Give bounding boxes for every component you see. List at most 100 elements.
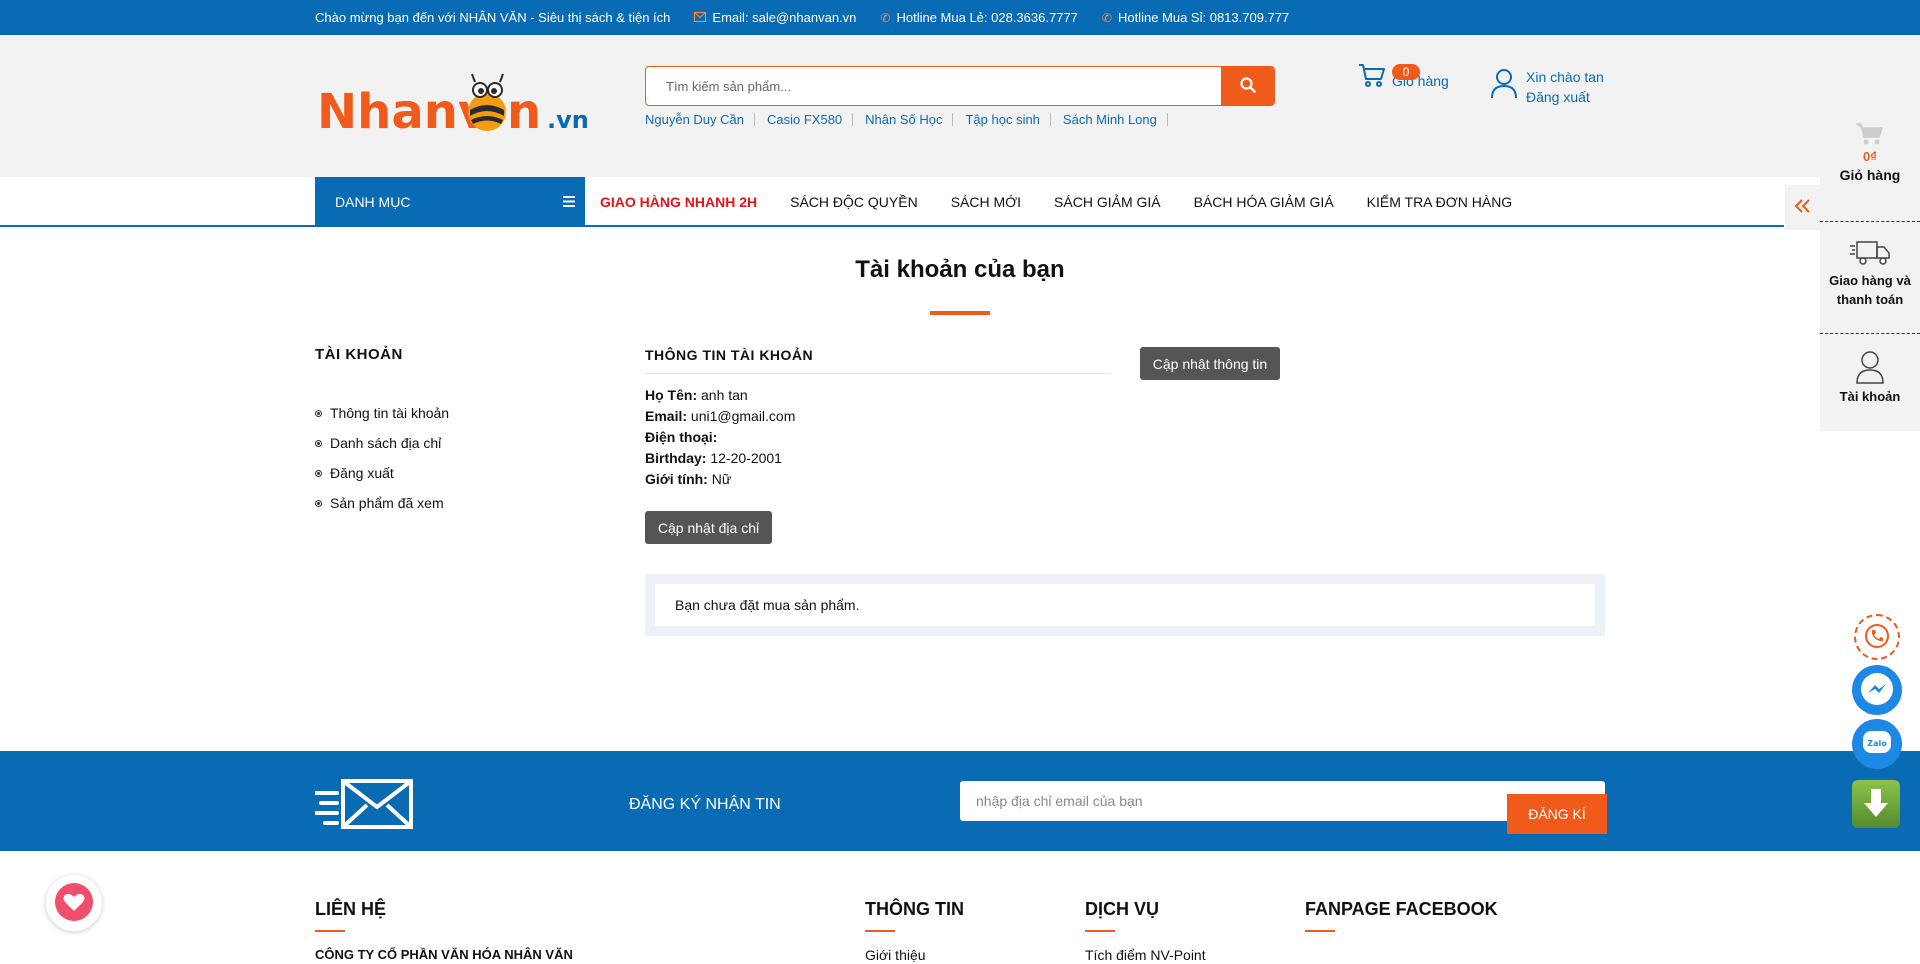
sidebar-item-viewed-products[interactable]: Sản phẩm đã xem — [315, 488, 449, 518]
title-underline — [930, 311, 990, 315]
header — [0, 35, 1920, 177]
hotline-retail[interactable]: ✆ Hotline Mua Lẻ: 028.3636.7777 — [880, 10, 1077, 25]
download-app-button[interactable] — [1852, 780, 1900, 828]
orders-empty-message: Bạn chưa đặt mua sản phẩm. — [655, 584, 1595, 626]
newsletter-submit-button[interactable]: ĐĂNG KÍ — [1507, 794, 1607, 834]
logout-link[interactable]: Đăng xuất — [1526, 87, 1604, 107]
bullet-icon — [315, 439, 322, 447]
gender-row: Giới tính: Nữ — [645, 469, 795, 490]
sidebar-item-addresses[interactable]: Danh sách địa chỉ — [315, 428, 449, 458]
footer-col-contact: LIÊN HỆ — [315, 899, 386, 932]
footer-link-nv-point[interactable]: Tích điểm NV-Point — [1085, 947, 1206, 963]
hotline-wholesale-text: Hotline Mua Sỉ: 0813.709.777 — [1117, 10, 1290, 25]
name-row: Họ Tên: anh tan — [645, 385, 795, 406]
birthday-label: Birthday: — [645, 450, 707, 466]
top-bar: Chào mừng bạn đến với NHÂN VĂN - Siêu th… — [0, 0, 1920, 35]
rightbar-shipping[interactable]: Giao hàng và thanh toán — [1820, 238, 1920, 309]
sidebar-item-label: Sản phẩm đã xem — [330, 495, 444, 511]
rightbar-account-label: Tài khoản — [1839, 389, 1901, 404]
nav-exclusive-books[interactable]: SÁCH ĐỘC QUYỀN — [790, 194, 918, 210]
nav-order-tracking[interactable]: KIỂM TRA ĐƠN HÀNG — [1367, 194, 1513, 210]
footer-link-about[interactable]: Giới thiệu — [865, 947, 926, 963]
update-info-button[interactable]: Cập nhật thông tin — [1140, 347, 1280, 380]
newsletter-section: ĐĂNG KÝ NHẬN TIN — [0, 751, 1920, 851]
email-text: Email: sale@nhanvan.vn — [712, 10, 857, 25]
keyword-link[interactable]: Nhân Số Học — [865, 113, 954, 126]
svg-text:.vn: .vn — [547, 106, 589, 134]
popular-keywords: Nguyễn Duy Cần Casio FX580 Nhân Số Học T… — [645, 113, 1180, 126]
zalo-button[interactable]: Zalo — [1852, 719, 1902, 769]
sidebar-item-label: Thông tin tài khoản — [330, 405, 450, 421]
cart-icon — [1358, 62, 1386, 91]
svg-text:Nhanv: Nhanv — [317, 84, 489, 140]
footer-col-info: THÔNG TIN — [865, 899, 964, 932]
user-icon — [1490, 67, 1518, 107]
update-address-button[interactable]: Cập nhật địa chỉ — [645, 511, 772, 544]
search-button[interactable] — [1221, 67, 1274, 105]
welcome-text: Chào mừng bạn đến với NHÂN VĂN - Siêu th… — [315, 10, 671, 25]
right-fixed-bar: 0₫ Giỏ hàng Giao hàng và thanh toán Tài … — [1820, 110, 1920, 431]
greeting-link[interactable]: Xin chào tan — [1526, 67, 1604, 87]
footer-underline — [1305, 930, 1335, 932]
keyword-link[interactable]: Tập học sinh — [965, 113, 1051, 126]
keyword-link[interactable]: Casio FX580 — [767, 113, 854, 126]
search-icon — [1239, 76, 1256, 96]
nav-discount-books[interactable]: SÁCH GIẢM GIÁ — [1054, 194, 1161, 210]
email-contact[interactable]: Email: sale@nhanvan.vn — [694, 10, 856, 25]
keyword-link[interactable]: Sách Minh Long — [1063, 113, 1168, 126]
email-value: uni1@gmail.com — [690, 408, 796, 424]
newsletter-title: ĐĂNG KÝ NHẬN TIN — [629, 796, 781, 813]
rightbar-cart-label: Giỏ hàng — [1839, 167, 1901, 183]
page-title: Tài khoản của bạn — [855, 256, 1065, 283]
nav-fast-delivery[interactable]: GIAO HÀNG NHANH 2H — [600, 194, 757, 210]
footer-heading: LIÊN HỆ — [315, 899, 387, 919]
nav-new-books[interactable]: SÁCH MỚI — [951, 194, 1021, 210]
sidebar-heading: TÀI KHOẢN — [315, 346, 403, 363]
menu-icon — [563, 194, 575, 210]
birthday-value: 12-20-2001 — [710, 450, 782, 466]
bullet-icon — [315, 409, 322, 417]
main-nav: DANH MỤC GIAO HÀNG NHANH 2H SÁCH ĐỘC QUY… — [0, 177, 1784, 227]
double-chevron-left-icon — [1794, 196, 1811, 219]
sidebar-item-label: Danh sách địa chỉ — [330, 435, 442, 451]
orders-panel: Bạn chưa đặt mua sản phẩm. — [645, 574, 1605, 636]
nav-discount-grocery[interactable]: BÁCH HÓA GIẢM GIÁ — [1194, 194, 1334, 210]
footer-company-name: CÔNG TY CỔ PHẦN VĂN HÓA NHÂN VĂN — [315, 947, 573, 962]
sidebar-item-logout[interactable]: Đăng xuất — [315, 458, 449, 488]
category-menu-button[interactable]: DANH MỤC — [315, 177, 585, 226]
sidebar-item-account-info[interactable]: Thông tin tài khoản — [315, 398, 449, 428]
rightbar-divider — [1820, 221, 1920, 222]
footer-underline — [1085, 930, 1115, 932]
bullet-icon — [315, 469, 322, 477]
wishlist-float-button[interactable] — [46, 875, 102, 931]
hotline-retail-text: Hotline Mua Lẻ: 028.3636.7777 — [896, 10, 1078, 25]
footer-underline — [315, 930, 345, 932]
category-label: DANH MỤC — [335, 193, 411, 210]
svg-text:Zalo: Zalo — [1867, 739, 1887, 748]
rightbar-shipping-label: Giao hàng và thanh toán — [1829, 273, 1911, 307]
zalo-icon: Zalo — [1860, 726, 1894, 763]
account-info-heading: THÔNG TIN TÀI KHOẢN — [645, 347, 1110, 374]
search-input[interactable] — [646, 67, 1221, 105]
footer-col-services: DỊCH VỤ — [1085, 899, 1159, 932]
sidebar-item-label: Đăng xuất — [330, 465, 394, 481]
rightbar-account[interactable]: Tài khoản — [1820, 350, 1920, 407]
birthday-row: Birthday: 12-20-2001 — [645, 448, 795, 469]
site-logo[interactable]: Nhanv n .vn — [315, 70, 615, 140]
account-sidebar: Thông tin tài khoản Danh sách địa chỉ Đă… — [315, 398, 449, 518]
email-label: Email: — [645, 408, 688, 424]
header-account: Xin chào tan Đăng xuất — [1490, 67, 1604, 107]
hotline-wholesale[interactable]: ✆ Hotline Mua Sỉ: 0813.709.777 — [1102, 10, 1289, 25]
keyword-link[interactable]: Nguyễn Duy Cần — [645, 113, 755, 126]
phone-row: Điện thoại: — [645, 427, 795, 448]
messenger-button[interactable] — [1852, 665, 1902, 715]
user-icon — [1855, 351, 1885, 387]
name-label: Họ Tên: — [645, 387, 698, 403]
footer-heading: DỊCH VỤ — [1085, 899, 1160, 919]
account-info-details: Họ Tên: anh tan Email: uni1@gmail.com Đi… — [645, 385, 795, 490]
call-button[interactable] — [1854, 614, 1900, 660]
header-cart[interactable]: 0 Giỏ hàng — [1358, 62, 1449, 91]
footer-heading: THÔNG TIN — [865, 899, 964, 919]
sidebar-collapse-tab[interactable] — [1785, 185, 1820, 230]
rightbar-cart[interactable]: 0₫ Giỏ hàng — [1820, 122, 1920, 185]
